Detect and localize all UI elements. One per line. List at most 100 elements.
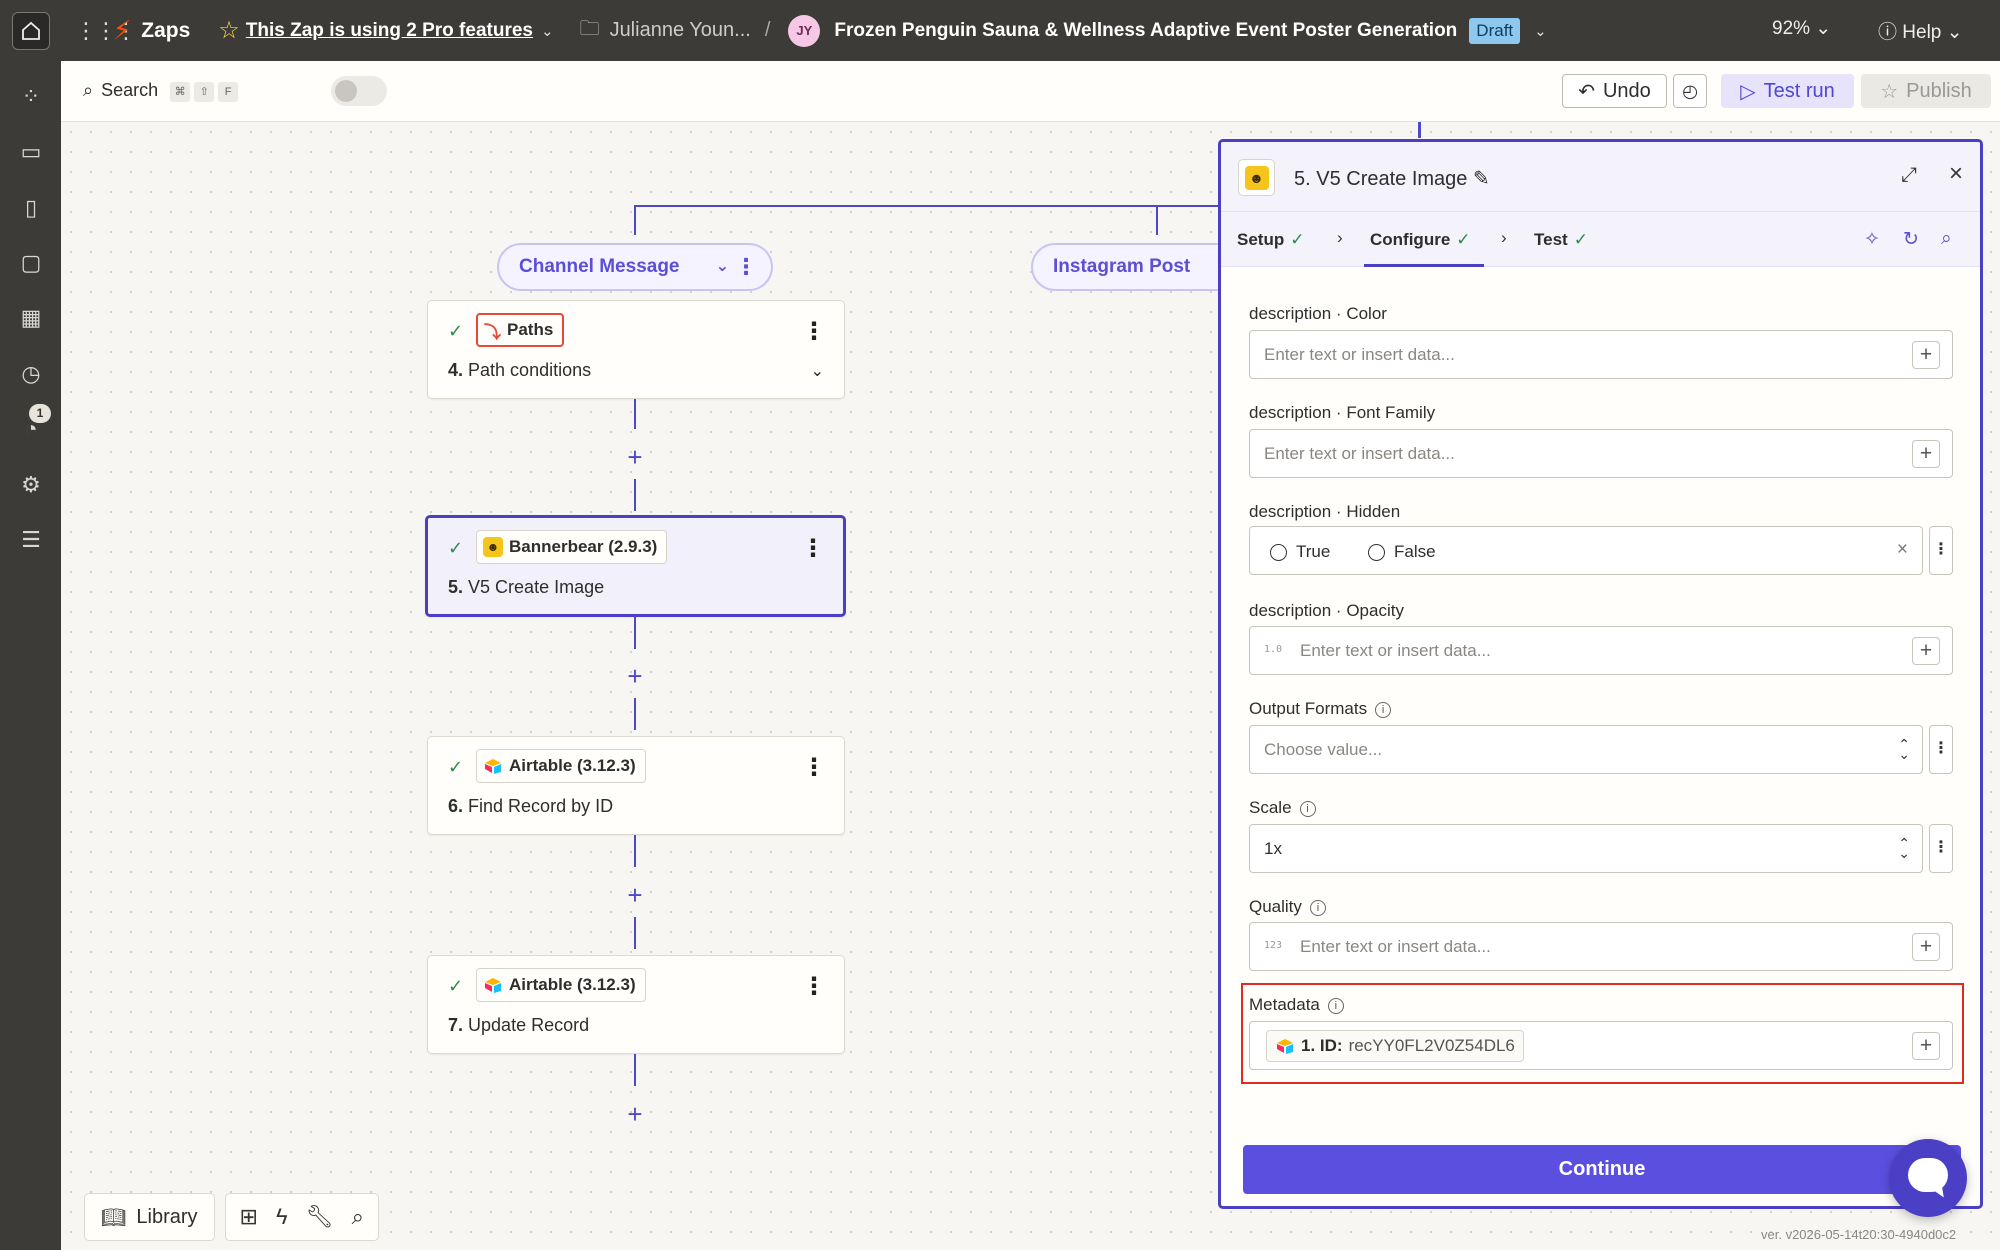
app-grid-icon[interactable]: ⋮⋮⋮ [75, 18, 137, 44]
avatar[interactable]: JY [788, 14, 821, 47]
folder-breadcrumb[interactable]: Julianne Youn... [610, 19, 751, 42]
more-icon[interactable]: ⋮ [735, 254, 757, 280]
search-icon: ⌕ [83, 80, 94, 100]
insert-data-button[interactable]: + [1912, 341, 1940, 369]
pro-features-link[interactable]: This Zap is using 2 Pro features [246, 20, 533, 42]
edit-pencil-icon[interactable]: ✎ [1473, 168, 1490, 190]
more-icon[interactable]: ⋮ [801, 534, 825, 563]
tab-setup[interactable]: Setup ✓ [1237, 230, 1304, 250]
history-icon: ◴ [1682, 81, 1698, 101]
insert-data-button[interactable]: + [1912, 637, 1940, 665]
output-formats-select[interactable]: Choose value... ⌃ ⌄ [1249, 725, 1923, 774]
field-options-button[interactable]: ⋮ [1929, 526, 1953, 575]
settings-icon[interactable]: ⚙ [17, 471, 45, 499]
info-icon[interactable]: i [1299, 801, 1316, 817]
zaps-icon[interactable]: ▭ [17, 138, 45, 166]
step-find-record[interactable]: ✓ Airtable (3.12.3) 6. Find Record by ID… [427, 736, 845, 835]
insert-data-button[interactable]: + [1912, 933, 1940, 961]
connector-line [634, 917, 636, 949]
scale-select[interactable]: 1x ⌃ ⌄ [1249, 824, 1923, 873]
field-options-button[interactable]: ⋮ [1929, 725, 1953, 774]
connector-line [634, 1054, 636, 1086]
path-channel-message[interactable]: Channel Message ⌄ ⋮ [497, 243, 773, 291]
app-name: Bannerbear (2.9.3) [509, 537, 658, 556]
calendar-icon[interactable]: ▦ [17, 304, 45, 332]
input-placeholder: Enter text or insert data... [1264, 345, 1455, 364]
more-icon[interactable]: ⋮ [802, 972, 826, 1001]
select-value: 1x [1264, 839, 1282, 858]
connector-line [1156, 205, 1158, 235]
chevron-down-icon[interactable]: ⌄ [716, 256, 729, 276]
tab-test[interactable]: Test ✓ [1534, 230, 1588, 250]
search-toggle[interactable] [331, 76, 387, 106]
zapier-bolt-icon: ⚡ [113, 15, 132, 45]
help-label: Help [1902, 22, 1942, 43]
test-run-button[interactable]: ▷ Test run [1721, 74, 1854, 108]
step-path-conditions[interactable]: ✓ ⤵ Paths 4. Path conditions ⋮ ⌄ [427, 300, 845, 399]
font-family-input[interactable]: Enter text or insert data... + [1249, 429, 1953, 478]
search-button[interactable]: ⌕ Search ⌘ ⇧ F [83, 79, 239, 102]
tab-configure[interactable]: Configure ✓ [1370, 230, 1471, 250]
field-options-button[interactable]: ⋮ [1929, 824, 1953, 873]
app-badge: Airtable (3.12.3) [476, 968, 646, 1002]
search-icon[interactable]: ⌕ [352, 1204, 364, 1230]
chevron-down-icon[interactable]: ⌄ [811, 361, 824, 381]
app-name: Airtable (3.12.3) [509, 756, 636, 775]
version-history-button[interactable]: ◴ [1673, 74, 1707, 108]
quality-input[interactable]: 123 Enter text or insert data... + [1249, 922, 1953, 971]
test-run-label: Test run [1763, 79, 1835, 102]
step-title: 4. Path conditions [448, 360, 591, 381]
zap-title[interactable]: Frozen Penguin Sauna & Wellness Adaptive… [834, 20, 1457, 42]
add-widget-icon[interactable]: ⊞ [240, 1204, 258, 1230]
more-icon[interactable]: ⋮ [802, 317, 826, 346]
continue-button[interactable]: Continue [1243, 1145, 1961, 1194]
check-icon: ✓ [448, 321, 464, 341]
interfaces-icon[interactable]: ▢ [17, 249, 45, 277]
add-step-button[interactable]: + [624, 882, 646, 908]
bannerbear-icon: ☻ [483, 537, 503, 557]
undo-button[interactable]: ↶ Undo [1562, 74, 1667, 108]
insert-data-button[interactable]: + [1912, 440, 1940, 468]
panel-title[interactable]: 5. V5 Create Image ✎ [1294, 166, 1490, 191]
step-update-record[interactable]: ✓ Airtable (3.12.3) 7. Update Record ⋮ [427, 955, 845, 1054]
step-v5-create-image[interactable]: ✓ ☻ Bannerbear (2.9.3) 5. V5 Create Imag… [425, 515, 846, 617]
search-icon[interactable]: ⌕ [1941, 228, 1952, 250]
panel-title-text: 5. V5 Create Image [1294, 168, 1468, 190]
help-menu[interactable]: ⓘ Help ⌄ [1878, 17, 1963, 44]
history-icon[interactable]: ◷ [17, 360, 45, 388]
info-icon[interactable]: i [1309, 900, 1326, 916]
info-icon[interactable]: i [1375, 702, 1392, 718]
bolt-icon[interactable]: ϟ [276, 1204, 288, 1230]
home-button[interactable] [0, 0, 61, 61]
chat-button[interactable] [1889, 1139, 1967, 1217]
publish-button[interactable]: ☆ Publish [1861, 74, 1991, 108]
ai-sparkle-icon[interactable]: ✧ [1864, 228, 1880, 251]
zoom-dropdown[interactable]: 92% ⌄ [1772, 17, 1831, 40]
chevron-right-icon: › [1337, 228, 1343, 247]
close-icon[interactable]: × [1949, 160, 1963, 188]
templates-icon[interactable]: ☰ [17, 526, 45, 554]
more-icon[interactable]: ⋮ [802, 753, 826, 782]
apps-icon[interactable]: ⁘ [17, 83, 45, 111]
folder-icon: 🗀 [579, 17, 600, 40]
add-step-button[interactable]: + [624, 1101, 646, 1127]
radio-true[interactable]: True [1270, 542, 1330, 562]
add-step-button[interactable]: + [624, 663, 646, 689]
connector-line [634, 835, 636, 867]
breadcrumb-separator: / [764, 19, 771, 41]
opacity-input[interactable]: 1.0 Enter text or insert data... + [1249, 626, 1953, 675]
zaps-link[interactable]: Zaps [141, 19, 190, 43]
library-button[interactable]: 📖︎ Library [84, 1193, 215, 1241]
expand-icon[interactable]: ⤢ [1901, 164, 1917, 187]
chevron-down-icon[interactable]: ⌄ [1534, 22, 1547, 40]
chevron-down-icon[interactable]: ⌄ [541, 22, 554, 40]
color-input[interactable]: Enter text or insert data... + [1249, 330, 1953, 379]
path-label: Channel Message [519, 256, 680, 277]
refresh-icon[interactable]: ↻ [1903, 228, 1919, 251]
clear-icon[interactable]: × [1897, 539, 1908, 561]
radio-false[interactable]: False [1368, 542, 1436, 562]
tables-icon[interactable]: ▯ [17, 194, 45, 222]
shortcut-key: ⌘ [170, 82, 191, 102]
add-step-button[interactable]: + [624, 444, 646, 470]
wrench-icon[interactable]: 🔧︎ [306, 1204, 334, 1230]
